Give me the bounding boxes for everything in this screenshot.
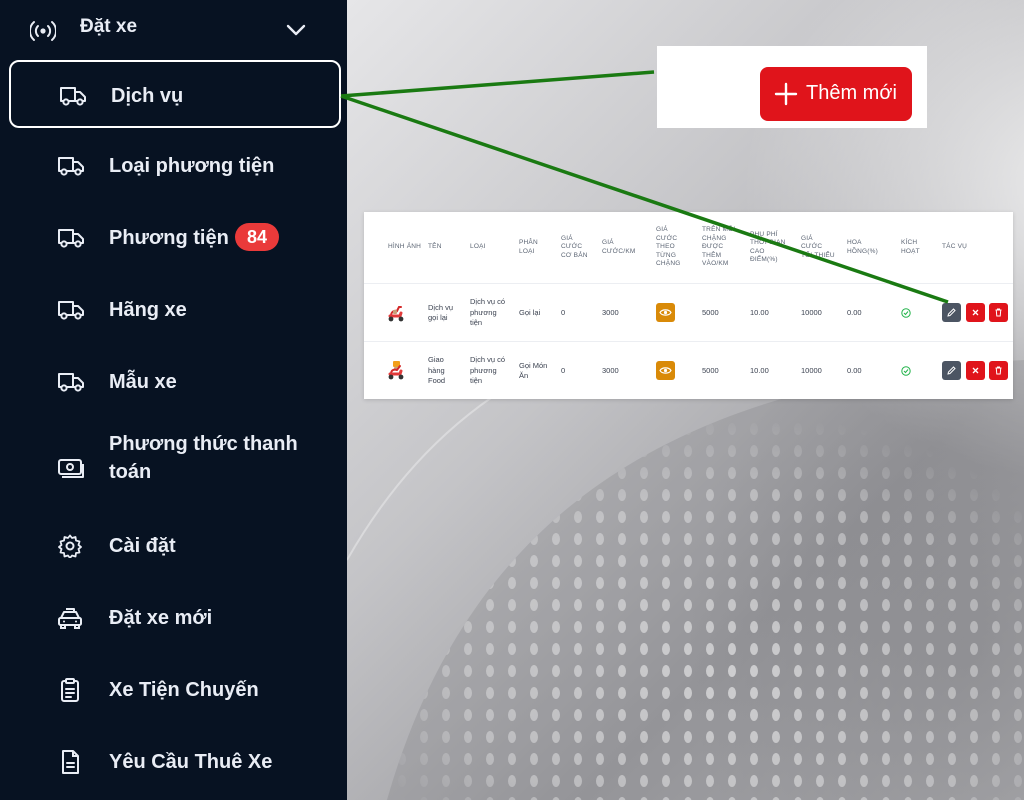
- cell-peak: 10.00: [750, 365, 769, 375]
- add-new-label: Thêm mới: [806, 82, 897, 104]
- sidebar-item-label: Loại phương tiện: [109, 155, 275, 177]
- sidebar-item-label: Dịch vụ: [111, 85, 184, 107]
- edit-button[interactable]: [942, 361, 961, 380]
- sidebar-item-label: Xe Tiện Chuyến: [109, 679, 259, 701]
- delete-button[interactable]: [989, 361, 1008, 380]
- column-header: Giá cước theo từng chặng: [656, 226, 681, 268]
- cell-per-leg: 5000: [702, 307, 719, 317]
- taxi-icon: [58, 608, 82, 629]
- table-row: Dịch vụ gọi lại Dịch vụ có phương tiện G…: [364, 283, 1013, 341]
- column-header: Giá cước tối thiểu: [801, 234, 835, 259]
- document-icon: [62, 750, 79, 774]
- column-header: Tên: [428, 243, 442, 251]
- truck-icon: [58, 229, 84, 248]
- column-header: Giá cước/km: [602, 239, 636, 255]
- column-header: Tác vụ: [942, 243, 968, 251]
- column-header: Phân loại: [519, 239, 538, 255]
- active-check-icon: [901, 366, 911, 376]
- sidebar-item-label: Đặt xe mới: [109, 607, 213, 629]
- cell-name: Giao hàng Food: [428, 355, 446, 386]
- sidebar-item-mau-xe[interactable]: Mẫu xe: [9, 348, 341, 416]
- trash-icon: [995, 366, 1002, 375]
- table-row: Giao hàng Food Dịch vụ có phương tiện Gọ…: [364, 341, 1013, 399]
- sidebar-item-label: Cài đặt: [109, 535, 176, 557]
- sidebar-item-hang-xe[interactable]: Hãng xe: [9, 276, 341, 344]
- view-legs-button[interactable]: [656, 303, 675, 322]
- column-header: Kích hoạt: [901, 239, 920, 255]
- column-header: Hình ảnh: [388, 243, 422, 251]
- clipboard-icon: [61, 678, 79, 702]
- column-header: Giá cước cơ bản: [561, 234, 588, 259]
- view-legs-button[interactable]: [656, 361, 675, 380]
- sidebar-item-label: Phương thức thanh toán: [109, 433, 298, 483]
- sidebar-item-xe-tien-chuyen[interactable]: Xe Tiện Chuyến: [9, 656, 341, 724]
- gear-icon: [58, 534, 82, 558]
- delivery-scooter-icon: [388, 361, 404, 380]
- cash-icon: [58, 459, 84, 478]
- eye-icon: [659, 309, 672, 316]
- eye-icon: [659, 367, 672, 374]
- deactivate-button[interactable]: [966, 303, 985, 322]
- plus-icon: [774, 82, 798, 106]
- services-table: Hình ảnh Tên Loại Phân loại Giá cước cơ …: [364, 212, 1013, 399]
- broadcast-icon: [30, 21, 56, 41]
- sidebar-item-yeu-cau-thue-xe[interactable]: Yêu Cầu Thuê Xe: [9, 728, 341, 796]
- cell-per-leg: 5000: [702, 365, 719, 375]
- chevron-down-icon[interactable]: [285, 22, 307, 38]
- scooter-icon: [388, 306, 404, 322]
- sidebar-item-phuong-thuc-thanh-toan[interactable]: Phương thức thanh toán: [9, 424, 341, 512]
- truck-icon: [60, 87, 86, 106]
- column-header: Loại: [470, 243, 486, 251]
- cell-base-fare: 0: [561, 307, 566, 317]
- cell-commission: 0.00: [847, 307, 862, 317]
- truck-icon: [58, 373, 84, 392]
- cell-commission: 0.00: [847, 365, 862, 375]
- close-icon: [972, 367, 979, 374]
- sidebar-item-dat-xe-moi[interactable]: Đặt xe mới: [9, 584, 341, 652]
- deactivate-button[interactable]: [966, 361, 985, 380]
- column-header: trên mỗi chặng được thêm vào/km: [702, 226, 736, 268]
- cell-base-fare: 0: [561, 365, 566, 375]
- add-new-button[interactable]: Thêm mới: [760, 67, 912, 121]
- sidebar-item-label: Mẫu xe: [109, 371, 177, 393]
- delete-button[interactable]: [989, 303, 1008, 322]
- column-header: Phụ phí thời gian cao điểm(%): [750, 230, 786, 264]
- cell-min-fare: 10000: [801, 365, 822, 375]
- add-new-callout: Thêm mới: [657, 46, 927, 128]
- sidebar-item-label: Hãng xe: [109, 299, 187, 321]
- cell-type: Dịch vụ có phương tiện: [470, 297, 506, 328]
- pencil-icon: [947, 308, 956, 317]
- cell-min-fare: 10000: [801, 307, 822, 317]
- cell-name: Dịch vụ gọi lại: [428, 302, 454, 323]
- sidebar-group-header[interactable]: Đặt xe: [0, 0, 347, 60]
- cell-fare-per-km: 3000: [602, 365, 619, 375]
- edit-button[interactable]: [942, 303, 961, 322]
- cell-category: Gọi lại: [519, 307, 541, 317]
- column-header: Hoa hồng(%): [847, 239, 879, 255]
- cell-type: Dịch vụ có phương tiện: [470, 355, 506, 386]
- sidebar-item-dich-vu[interactable]: Dịch vụ: [9, 60, 341, 128]
- cell-category: Gọi Món Ăn: [519, 360, 548, 381]
- sidebar-item-label: Yêu Cầu Thuê Xe: [109, 751, 273, 773]
- sidebar-item-cai-dat[interactable]: Cài đặt: [9, 512, 341, 580]
- cell-fare-per-km: 3000: [602, 307, 619, 317]
- cell-peak: 10.00: [750, 307, 769, 317]
- truck-icon: [58, 301, 84, 320]
- active-check-icon: [901, 308, 911, 318]
- sidebar-item-phuong-tien[interactable]: Phương tiện 84: [9, 204, 341, 272]
- pencil-icon: [947, 366, 956, 375]
- sidebar-group-label: Đặt xe: [80, 16, 138, 37]
- close-icon: [972, 309, 979, 316]
- count-badge: 84: [235, 223, 279, 251]
- trash-icon: [995, 308, 1002, 317]
- sidebar: Đặt xe Dịch vụ Loại phương tiện Phương t…: [0, 0, 347, 800]
- sidebar-item-label: Phương tiện: [109, 227, 229, 249]
- sidebar-item-loai-phuong-tien[interactable]: Loại phương tiện: [9, 132, 341, 200]
- truck-icon: [58, 157, 84, 176]
